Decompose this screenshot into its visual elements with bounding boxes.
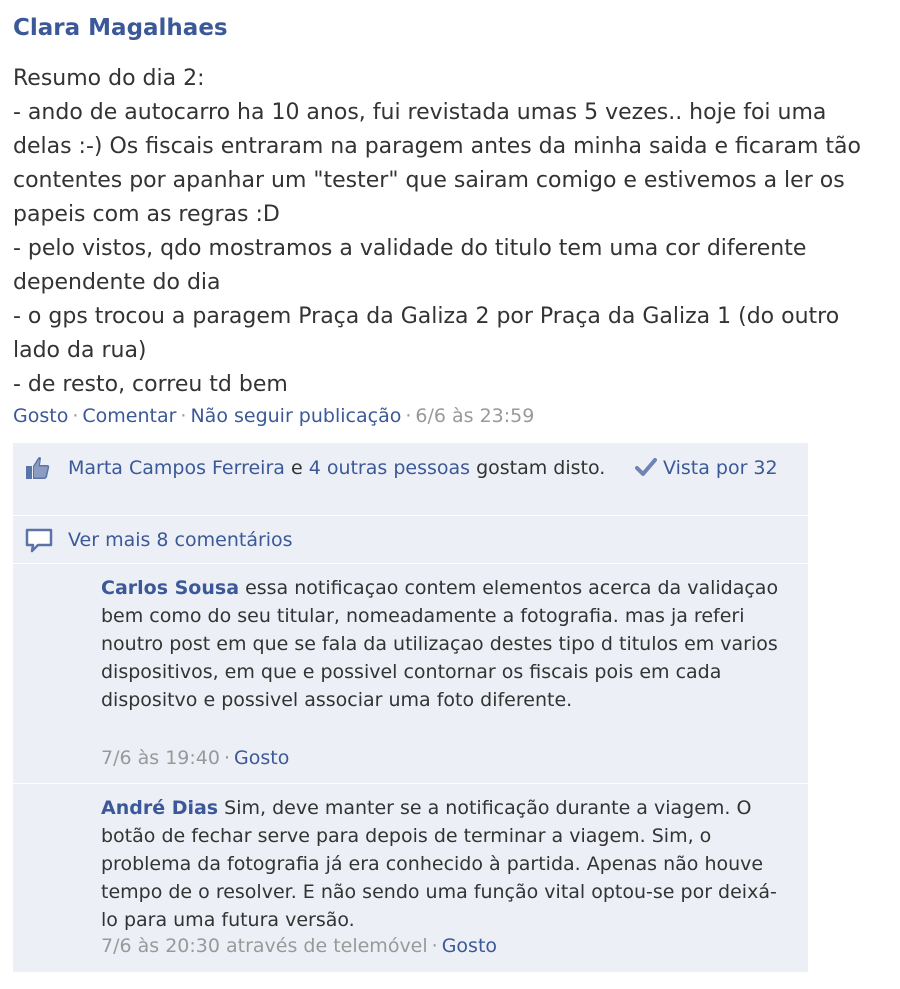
seen-by[interactable]: Vista por 32	[635, 454, 778, 482]
likes-conjunction: e	[284, 457, 309, 479]
others-link[interactable]: 4 outras pessoas	[309, 457, 470, 479]
likes-row: Marta Campos Ferreira e 4 outras pessoas…	[13, 443, 808, 516]
like-link[interactable]: Gosto	[13, 405, 68, 427]
post-timestamp[interactable]: 6/6 às 23:59	[415, 405, 534, 427]
comment-text: Carlos Sousa essa notificaçao contem ele…	[101, 574, 791, 714]
post-author[interactable]: Clara Magalhaes	[13, 15, 228, 41]
likes-suffix: gostam disto.	[470, 457, 606, 479]
unfollow-link[interactable]: Não seguir publicação	[190, 405, 401, 427]
likes-text: Marta Campos Ferreira e 4 outras pessoas…	[68, 454, 608, 482]
separator: ·	[405, 405, 412, 427]
more-comments-row[interactable]: Ver mais 8 comentários	[13, 516, 808, 564]
comment-meta: 7/6 às 20:30 através de telemóvel · Gosto	[101, 935, 497, 957]
comment-like-link[interactable]: Gosto	[234, 747, 289, 769]
separator: ·	[223, 747, 231, 769]
comment-item: André Dias Sim, deve manter se a notific…	[13, 784, 808, 972]
comment-link[interactable]: Comentar	[82, 405, 176, 427]
separator: ·	[72, 405, 79, 427]
comment-author-link[interactable]: Carlos Sousa	[101, 577, 239, 599]
liker-link[interactable]: Marta Campos Ferreira	[68, 457, 285, 479]
comment-author-link[interactable]: André Dias	[101, 797, 218, 819]
speech-bubble-icon	[25, 528, 53, 554]
more-comments-link[interactable]: Ver mais 8 comentários	[68, 526, 293, 554]
comment-item: Carlos Sousa essa notificaçao contem ele…	[13, 564, 808, 784]
ufi-panel: Marta Campos Ferreira e 4 outras pessoas…	[13, 443, 808, 972]
separator: ·	[431, 935, 438, 957]
post-body: Resumo do dia 2: - ando de autocarro ha …	[13, 66, 861, 397]
thumbs-up-icon	[25, 455, 51, 481]
comment-meta: 7/6 às 19:40 · Gosto	[101, 747, 289, 769]
comment-like-link[interactable]: Gosto	[442, 935, 497, 957]
comment-timestamp[interactable]: 7/6 às 20:30 através de telemóvel	[101, 935, 428, 957]
comment-timestamp[interactable]: 7/6 às 19:40	[101, 747, 220, 769]
seen-by-label: Vista por 32	[663, 457, 778, 479]
comment-text: André Dias Sim, deve manter se a notific…	[101, 794, 791, 934]
checkmark-icon	[635, 458, 657, 476]
separator: ·	[180, 405, 187, 427]
post-actions: Gosto · Comentar · Não seguir publicação · 6/6…	[13, 405, 534, 427]
